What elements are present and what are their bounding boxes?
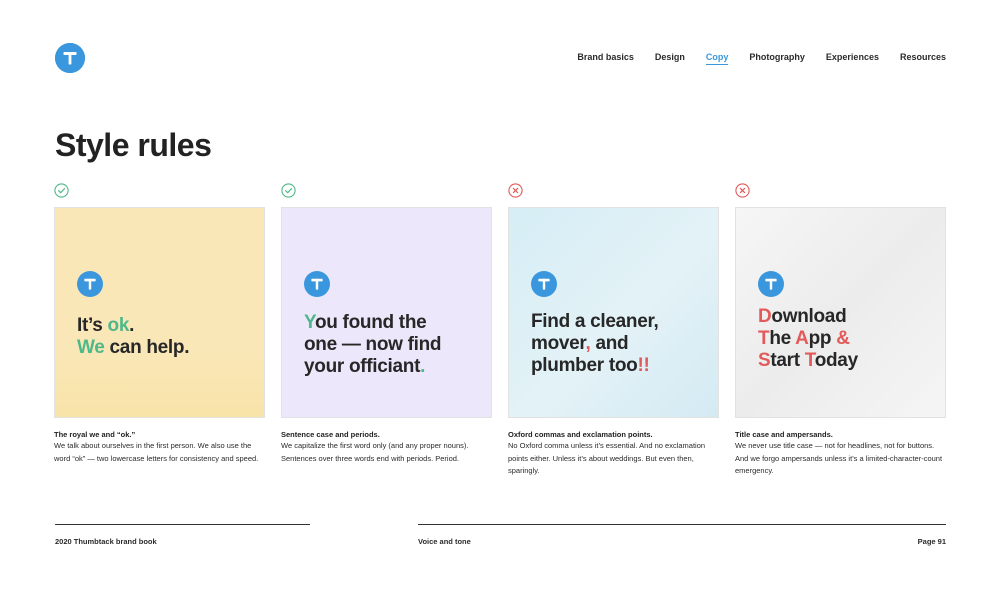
- thumbtack-logo-icon: [55, 43, 85, 73]
- headline-text: can help.: [104, 337, 190, 358]
- nav-experiences[interactable]: Experiences: [826, 52, 879, 65]
- headline-highlight: We: [77, 337, 105, 358]
- rule-title: The royal we and “ok.”: [54, 430, 136, 439]
- headline-line: Download: [758, 306, 937, 328]
- headline-text: one — now find: [304, 334, 442, 355]
- headline-line: plumber too!!: [531, 355, 710, 377]
- cross-icon: [735, 183, 750, 198]
- example-panel: It’s ok. We can help.: [54, 207, 265, 418]
- rule-description: We never use title case — not for headli…: [735, 441, 943, 475]
- thumbtack-logo-icon: [758, 271, 784, 297]
- headline-highlight: .: [420, 356, 426, 377]
- style-rule-card: It’s ok. We can help. The royal we and “o…: [54, 183, 266, 465]
- rule-description: We talk about ourselves in the first per…: [54, 441, 259, 463]
- headline-line: Start Today: [758, 350, 937, 372]
- headline-line: your officiant.: [304, 356, 483, 378]
- headline-line: one — now find: [304, 334, 483, 356]
- nav-brand-basics[interactable]: Brand basics: [577, 52, 634, 65]
- thumbtack-logo-icon: [531, 271, 557, 297]
- headline-highlight: Y: [304, 312, 315, 333]
- check-icon: [281, 183, 296, 198]
- headline-text: mover: [531, 333, 586, 354]
- headline-text: plumber too: [531, 355, 638, 376]
- thumbtack-logo-icon: [304, 271, 330, 297]
- style-rule-card: You found the one — now find your offician…: [281, 183, 493, 465]
- example-headline: Find a cleaner, mover, and plumber too!!: [531, 311, 710, 377]
- nav-resources[interactable]: Resources: [900, 52, 946, 65]
- footer-divider: [55, 524, 310, 525]
- headline-text: oday: [814, 350, 858, 371]
- headline-highlight: T: [758, 328, 770, 349]
- headline-text: ownload: [771, 306, 847, 327]
- headline-highlight: A: [795, 328, 809, 349]
- nav-design[interactable]: Design: [655, 52, 685, 65]
- footer-section: Voice and tone: [418, 537, 471, 546]
- headline-line: mover, and: [531, 333, 710, 355]
- headline-text: .: [129, 315, 135, 336]
- style-rule-card: Download The App & Start Today Title case …: [735, 183, 947, 478]
- headline-highlight: S: [758, 350, 771, 371]
- example-headline: You found the one — now find your offician…: [304, 312, 483, 378]
- top-nav: Brand basics Design Copy Photography Exp…: [577, 52, 946, 65]
- example-headline: It’s ok. We can help.: [77, 315, 256, 359]
- rule-title: Title case and ampersands.: [735, 430, 833, 439]
- headline-line: It’s ok.: [77, 315, 256, 337]
- headline-text: ou found the: [314, 312, 427, 333]
- thumbtack-logo-icon: [77, 271, 103, 297]
- headline-text: your officiant: [304, 356, 421, 377]
- cross-icon: [508, 183, 523, 198]
- example-headline: Download The App & Start Today: [758, 306, 937, 372]
- headline-highlight: &: [836, 328, 850, 349]
- style-rule-card: Find a cleaner, mover, and plumber too!! O…: [508, 183, 720, 478]
- headline-text: tart: [770, 350, 805, 371]
- headline-line: Find a cleaner,: [531, 311, 710, 333]
- brand-logo[interactable]: [55, 43, 85, 73]
- rule-description: No Oxford comma unless it’s essential. A…: [508, 441, 706, 475]
- headline-highlight: ok: [107, 315, 130, 336]
- rule-title: Oxford commas and exclamation points.: [508, 430, 653, 439]
- headline-highlight: T: [804, 350, 815, 371]
- headline-highlight: !!: [637, 355, 650, 376]
- headline-line: The App &: [758, 328, 937, 350]
- example-panel: You found the one — now find your offician…: [281, 207, 492, 418]
- headline-text: he: [769, 328, 796, 349]
- nav-photography[interactable]: Photography: [749, 52, 805, 65]
- headline-text: pp: [808, 328, 837, 349]
- nav-copy[interactable]: Copy: [705, 52, 729, 65]
- example-panel: Find a cleaner, mover, and plumber too!!: [508, 207, 719, 418]
- headline-line: You found the: [304, 312, 483, 334]
- headline-line: We can help.: [77, 337, 256, 359]
- example-panel: Download The App & Start Today: [735, 207, 946, 418]
- footer-divider: [418, 524, 946, 525]
- footer-book-title: 2020 Thumbtack brand book: [55, 537, 157, 546]
- page-title: Style rules: [55, 127, 212, 163]
- headline-text: Find a cleaner,: [531, 311, 659, 332]
- footer-page-number: Page 91: [917, 537, 946, 546]
- rule-description: We capitalize the first word only (and a…: [281, 441, 469, 463]
- headline-text: and: [590, 333, 629, 354]
- check-icon: [54, 183, 69, 198]
- rule-title: Sentence case and periods.: [281, 430, 380, 439]
- headline-highlight: D: [758, 306, 772, 327]
- headline-text: It’s: [77, 315, 108, 336]
